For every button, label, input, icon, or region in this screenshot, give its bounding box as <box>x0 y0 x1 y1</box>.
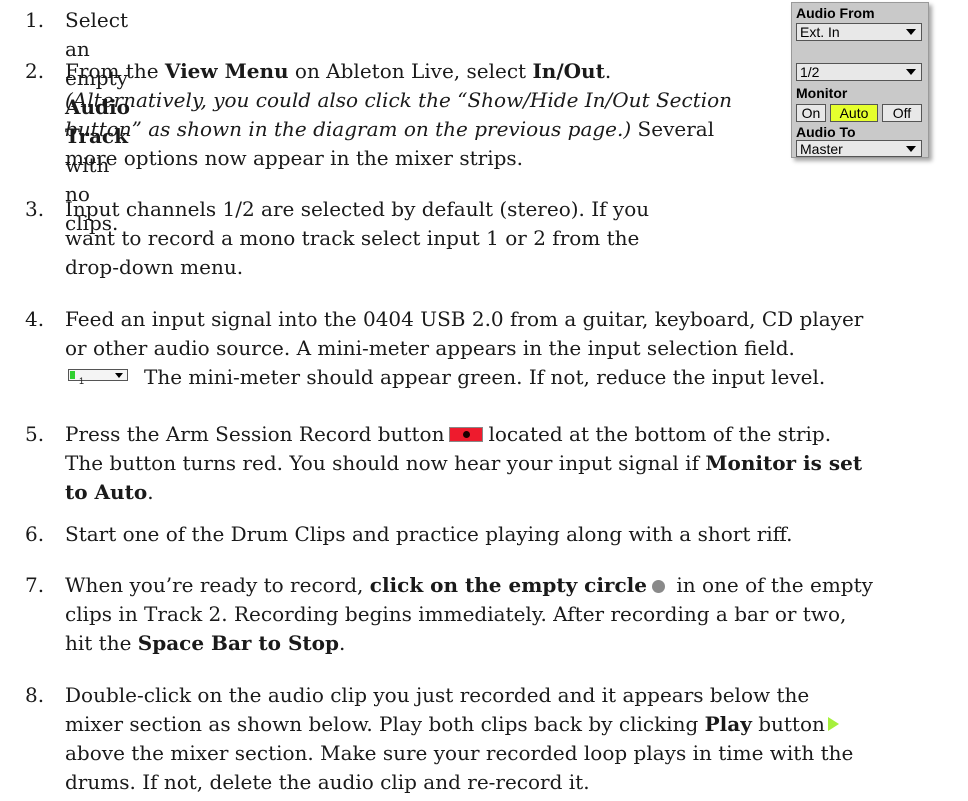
step-number: 8. <box>25 683 45 707</box>
step-text: Input channels 1/2 are selected by defau… <box>65 197 650 279</box>
audio-to-value: Master <box>800 141 843 157</box>
meter-level-fill <box>70 371 75 379</box>
arm-session-record-button <box>449 427 484 442</box>
step-text: Feed an input signal into the 0404 USB 2… <box>65 307 864 389</box>
audio-from-value: Ext. In <box>800 24 840 40</box>
input-channel-dropdown[interactable]: 1/2 <box>796 63 922 81</box>
empty-circle-icon <box>651 580 665 593</box>
audio-to-label: Audio To <box>796 124 856 140</box>
audio-from-label: Audio From <box>796 5 875 21</box>
chevron-down-icon <box>906 29 916 35</box>
step-number: 4. <box>25 307 45 331</box>
mini-meter-icon: 1 <box>68 369 128 386</box>
step-number: 1. <box>25 8 45 32</box>
monitor-off-button[interactable]: Off <box>882 104 922 122</box>
record-dot-icon <box>463 431 471 438</box>
chevron-down-icon <box>906 69 916 75</box>
chevron-down-icon <box>906 146 916 152</box>
step-text: When you’re ready to record, click on th… <box>65 573 873 655</box>
step-text: From the View Menu on Ableton Live, sele… <box>65 59 733 170</box>
in-out-panel: Audio From Ext. In 1/2 Monitor On Auto O… <box>791 2 929 158</box>
step-number: 2. <box>25 59 45 83</box>
step-text: Double-click on the audio clip you just … <box>65 683 854 794</box>
play-icon <box>827 717 839 731</box>
step-text: Press the Arm Session Record button locat… <box>65 422 863 504</box>
step-number: 7. <box>25 573 45 597</box>
monitor-auto-button[interactable]: Auto <box>830 104 878 122</box>
step-number: 6. <box>25 522 45 546</box>
step-number: 5. <box>25 422 45 446</box>
monitor-label: Monitor <box>796 85 848 101</box>
audio-from-dropdown[interactable]: Ext. In <box>796 23 922 41</box>
step-text: Start one of the Drum Clips and practice… <box>65 522 793 546</box>
chevron-down-icon <box>115 373 123 378</box>
mini-meter-label: 1 <box>79 376 85 386</box>
monitor-on-button[interactable]: On <box>796 104 826 122</box>
input-channel-value: 1/2 <box>800 64 820 80</box>
audio-to-dropdown[interactable]: Master <box>796 140 922 157</box>
step-number: 3. <box>25 197 45 221</box>
